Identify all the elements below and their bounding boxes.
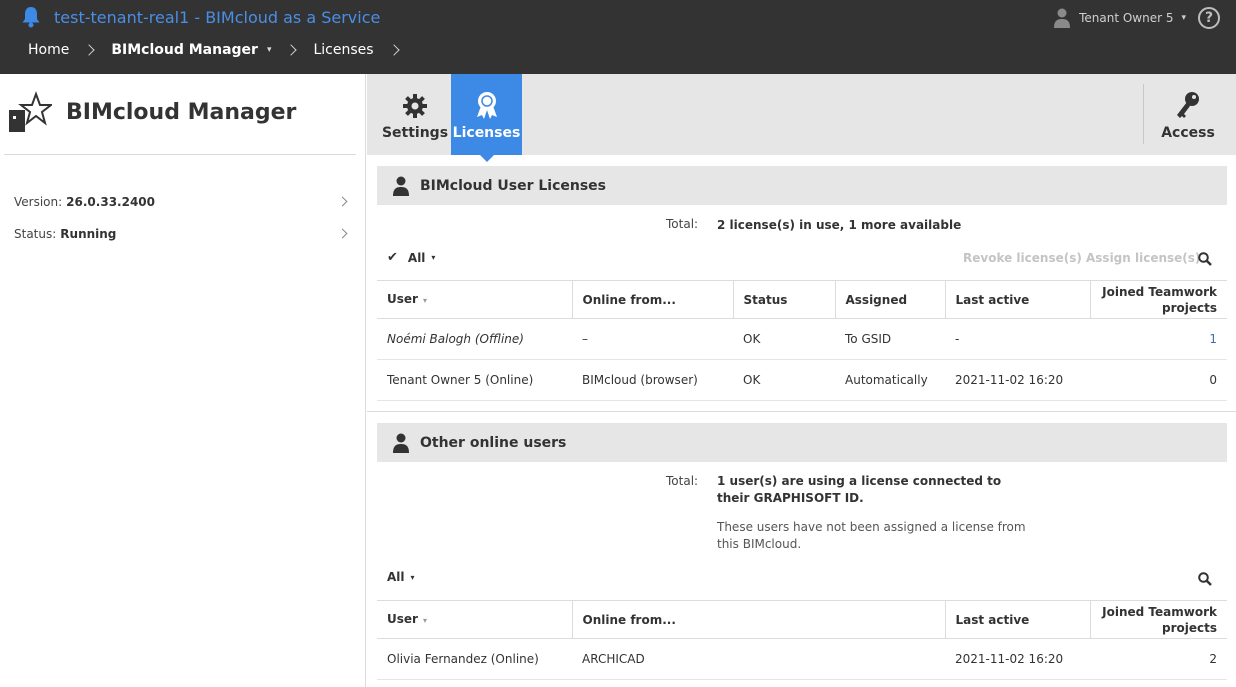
cell-last-active: - [945,318,1090,360]
cell-joined-projects[interactable]: 1 [1090,318,1227,360]
main-content: Settings Licenses Access BIMcloud User L… [367,74,1236,687]
version-value: 26.0.33.2400 [66,195,155,209]
cell-user: Olivia Fernandez (Online) [377,638,572,680]
col-joined-projects[interactable]: Joined Teamwork projects [1089,280,1227,319]
divider [4,154,356,155]
col-online-from[interactable]: Online from... [571,280,733,319]
other-users-total-label: Total: [666,474,699,488]
tab-access-label: Access [1161,125,1215,141]
col-last-active[interactable]: Last active [944,280,1090,319]
breadcrumb-dropdown-icon[interactable]: ▾ [267,45,272,55]
col-user[interactable]: User ▾ [377,280,572,319]
search-icon[interactable] [1198,252,1212,266]
cell-assigned: Automatically [835,359,945,401]
col-assigned[interactable]: Assigned [834,280,945,319]
help-icon[interactable]: ? [1198,7,1220,29]
user-icon [393,176,409,196]
other-users-header: Other online users [377,423,1227,462]
tab-settings[interactable]: Settings [381,74,449,155]
status-label: Status: [14,227,57,241]
sort-caret-icon: ▾ [422,295,427,305]
breadcrumb-licenses[interactable]: Licenses [313,42,373,58]
cell-online-from: BIMcloud (browser) [572,359,733,401]
tab-licenses[interactable]: Licenses [451,74,522,162]
top-bar: test-tenant-real1 - BIMcloud as a Servic… [0,0,1236,74]
breadcrumb-home[interactable]: Home [28,42,69,58]
tab-settings-label: Settings [381,125,449,141]
table-row[interactable]: Noémi Balogh (Offline) – OK To GSID - 1 [377,318,1227,360]
user-icon [393,433,409,453]
filter-caret-icon: ▾ [410,572,415,582]
left-panel: BIMcloud Manager Version: 26.0.33.2400 S… [0,74,366,687]
other-users-total-value: 1 user(s) are using a license connected … [717,474,1002,505]
cell-assigned: To GSID [835,318,945,360]
col-last-active[interactable]: Last active [944,600,1090,639]
breadcrumb: Home BIMcloud Manager ▾ Licenses [28,40,416,60]
search-icon[interactable] [1198,572,1212,586]
col-online-from[interactable]: Online from... [571,600,945,639]
revoke-license-button[interactable]: Revoke license(s) [963,251,1082,265]
table-row[interactable]: Olivia Fernandez (Online) ARCHICAD 2021-… [377,638,1227,680]
user-licenses-title: BIMcloud User Licenses [420,177,607,194]
version-label: Version: [14,195,63,209]
status-row[interactable]: Status: Running [14,225,350,243]
cell-user: Tenant Owner 5 (Online) [377,359,572,401]
col-status[interactable]: Status [732,280,835,319]
cell-status: OK [733,318,835,360]
cell-online-from: – [572,318,733,360]
status-value: Running [60,227,117,241]
chevron-right-icon [337,196,348,207]
tab-bar: Settings Licenses Access [367,74,1236,162]
licenses-filter[interactable]: ✔ All ▾ [387,250,435,265]
award-ribbon-icon [476,92,497,119]
breadcrumb-chevron-icon [83,44,96,56]
col-user[interactable]: User ▾ [377,600,572,639]
col-joined-projects[interactable]: Joined Teamwork projects [1089,600,1227,639]
user-menu[interactable]: Tenant Owner 5 ▾ [1053,8,1186,28]
other-users-note: These users have not been assigned a lic… [717,520,1026,551]
tab-access[interactable]: Access [1153,74,1223,155]
checkmark-icon: ✔ [387,250,398,265]
app-title: test-tenant-real1 - BIMcloud as a Servic… [54,8,381,27]
version-row[interactable]: Version: 26.0.33.2400 [14,193,350,211]
other-users-filter[interactable]: All ▾ [387,570,415,584]
tab-divider [1143,84,1144,144]
user-licenses-table: User ▾ Online from... Status Assigned Las… [377,280,1227,401]
licenses-total-label: Total: [666,217,699,231]
other-users-title: Other online users [420,434,567,451]
cell-joined-projects: 2 [1090,638,1227,680]
bell-icon[interactable] [21,6,41,28]
manager-logo-icon [9,91,52,132]
cell-last-active: 2021-11-02 16:20 [945,359,1090,401]
breadcrumb-manager[interactable]: BIMcloud Manager [111,42,258,58]
gear-icon [403,94,427,118]
other-users-filter-label: All [387,570,405,584]
licenses-total-value: 2 license(s) in use, 1 more available [717,218,962,232]
user-name: Tenant Owner 5 [1079,11,1174,25]
chevron-right-icon [337,228,348,239]
cell-online-from: ARCHICAD [572,638,945,680]
user-caret-icon: ▾ [1181,13,1186,23]
cell-joined-projects: 0 [1090,359,1227,401]
filter-caret-icon: ▾ [431,253,436,262]
user-licenses-header: BIMcloud User Licenses [377,166,1227,205]
breadcrumb-chevron-icon [387,44,400,56]
section-divider [367,411,1236,412]
cell-status: OK [733,359,835,401]
user-avatar-icon [1054,8,1071,28]
table-row[interactable]: Tenant Owner 5 (Online) BIMcloud (browse… [377,359,1227,401]
manager-title: BIMcloud Manager [66,100,297,125]
assign-license-button[interactable]: Assign license(s) [1086,251,1200,265]
table-header-row: User ▾ Online from... Status Assigned Las… [377,280,1227,319]
sort-caret-icon: ▾ [422,615,427,625]
cell-last-active: 2021-11-02 16:20 [945,638,1090,680]
licenses-filter-label: All [407,250,426,265]
table-header-row: User ▾ Online from... Last active Joined … [377,600,1227,639]
other-users-table: User ▾ Online from... Last active Joined … [377,600,1227,680]
key-icon [1177,92,1199,118]
tab-licenses-label: Licenses [452,125,521,141]
cell-user: Noémi Balogh (Offline) [377,318,572,360]
breadcrumb-chevron-icon [285,44,298,56]
